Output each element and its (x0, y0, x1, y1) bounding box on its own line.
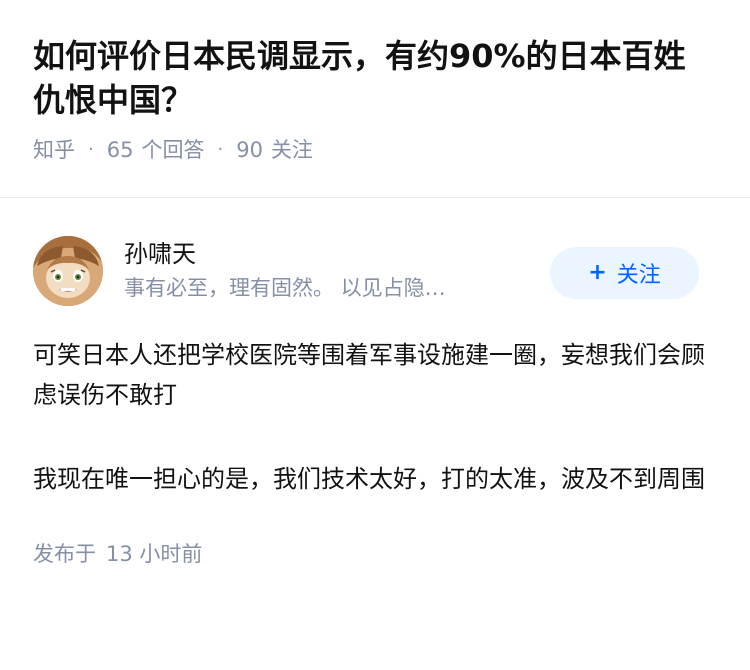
question-meta: 知乎 · 65 个回答 · 90 关注 (33, 135, 717, 165)
answer-card: 孙啸天 事有必至，理有固然。 以见占隐… + 关注 可笑日本人还把学校医院等围着… (0, 198, 750, 569)
publish-prefix: 发布于 (33, 542, 96, 566)
author-bio: 事有必至，理有固然。 以见占隐… (124, 276, 446, 300)
author-name[interactable]: 孙啸天 (124, 238, 524, 270)
question-title[interactable]: 如何评价日本民调显示，有约90%的日本百姓仇恨中国？ (33, 34, 713, 122)
follow-count-label: 关注 (270, 138, 313, 162)
author-row: 孙啸天 事有必至，理有固然。 以见占隐… + 关注 (33, 198, 717, 313)
zhihu-answer-page: 如何评价日本民调显示，有约90%的日本百姓仇恨中国？ 知乎 · 65 个回答 ·… (0, 0, 750, 670)
avatar[interactable] (33, 236, 103, 306)
plus-icon: + (588, 260, 607, 285)
answer-paragraph: 可笑日本人还把学校医院等围着军事设施建一圈，妄想我们会顾虑误伤不敢打 (33, 341, 705, 409)
answer-count: 65 (106, 138, 134, 162)
author-info: 孙啸天 事有必至，理有固然。 以见占隐… (124, 238, 524, 303)
answer-count-label: 个回答 (141, 138, 205, 162)
follow-count: 90 (236, 138, 263, 162)
avatar-image (33, 236, 103, 306)
question-header: 如何评价日本民调显示，有约90%的日本百姓仇恨中国？ 知乎 · 65 个回答 ·… (0, 0, 750, 197)
separator-dot: · (88, 139, 94, 160)
separator-dot: · (217, 139, 224, 160)
source-label[interactable]: 知乎 (33, 135, 75, 165)
publish-time: 13 小时前 (106, 542, 203, 566)
answer-body[interactable]: 可笑日本人还把学校医院等围着军事设施建一圈，妄想我们会顾虑误伤不敢打 我现在唯一… (33, 335, 717, 499)
answer-paragraph: 我现在唯一担心的是，我们技术太好，打的太准，波及不到周围 (33, 465, 705, 493)
follow-button[interactable]: + 关注 (550, 247, 699, 299)
follow-button-label: 关注 (616, 263, 661, 288)
publish-meta: 发布于 13 小时前 (33, 539, 717, 569)
